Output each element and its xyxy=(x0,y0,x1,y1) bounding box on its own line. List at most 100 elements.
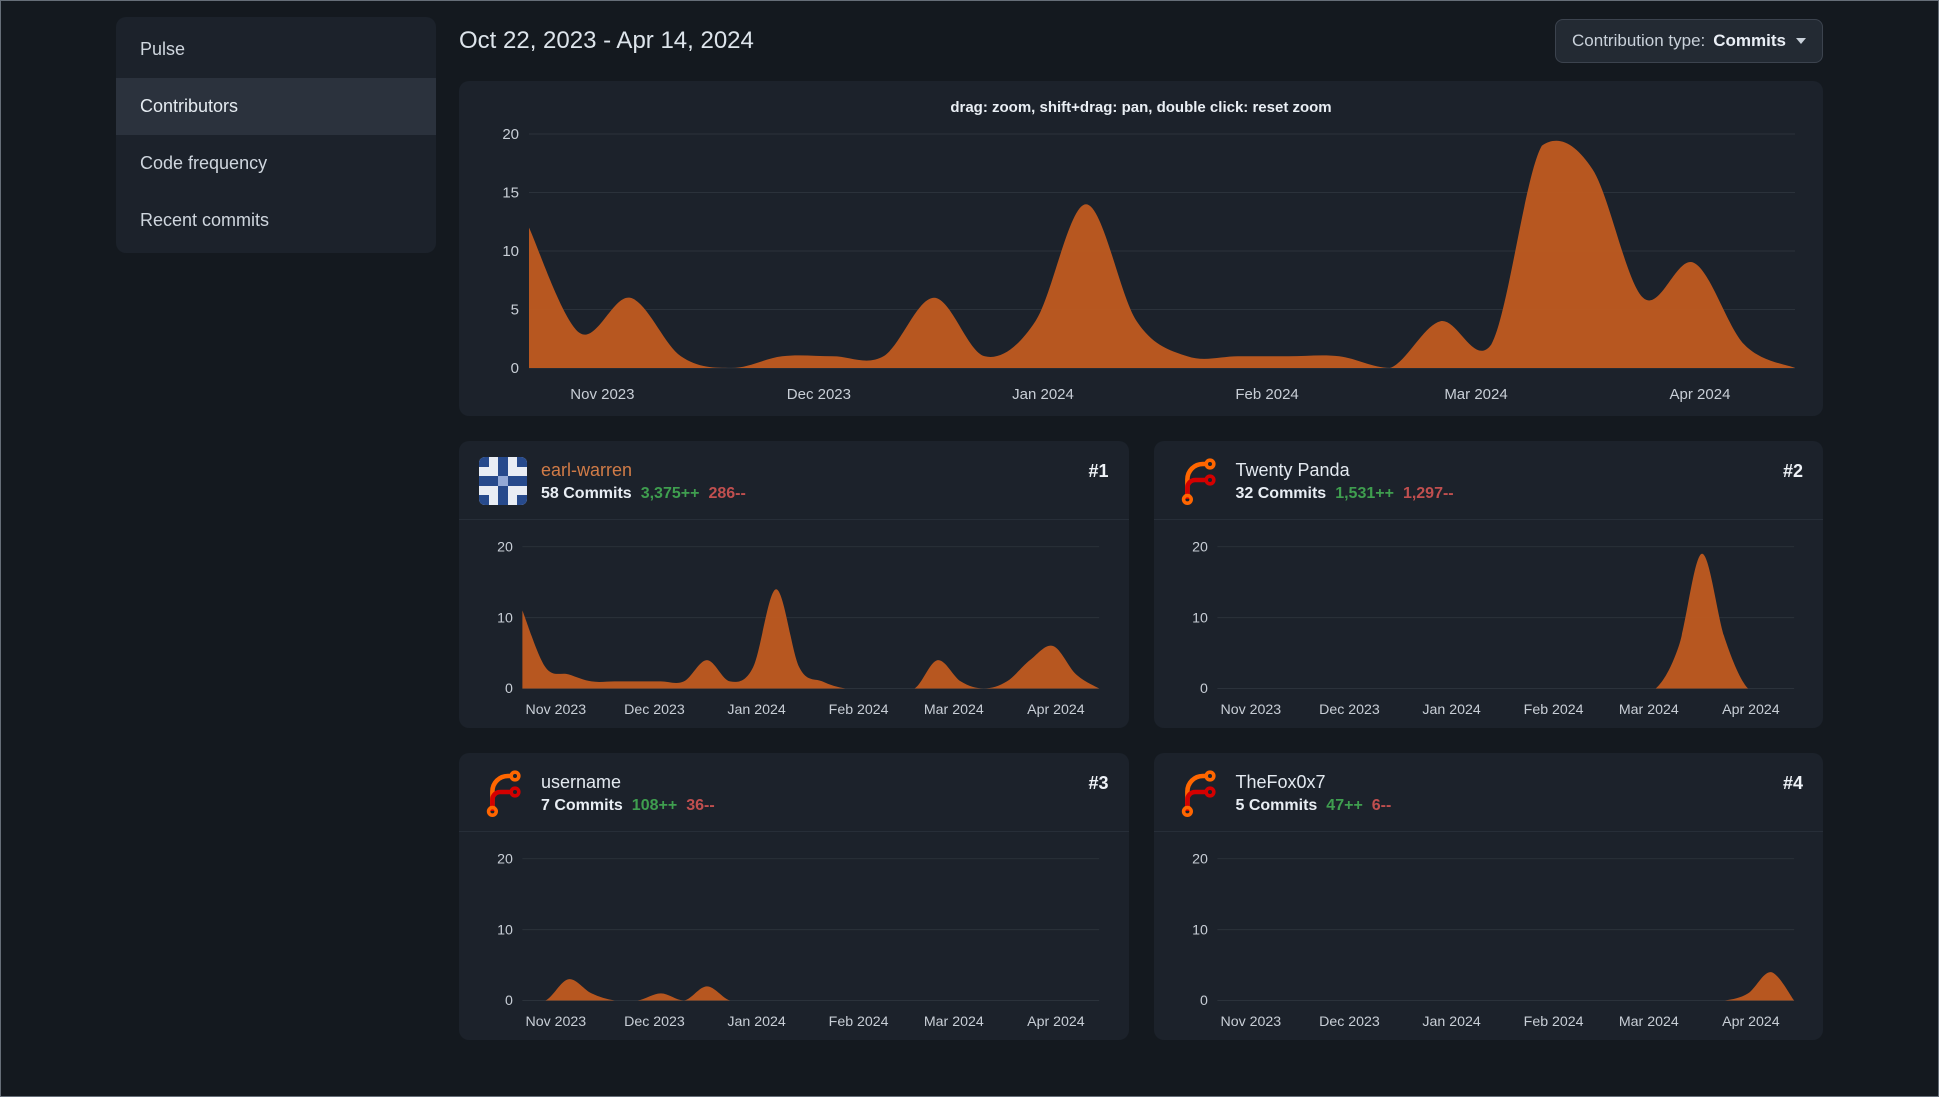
contributor-additions: 3,375++ xyxy=(640,484,700,502)
identicon-cell xyxy=(517,485,527,496)
y-tick-label: 15 xyxy=(502,185,519,202)
contributor-identity: Twenty Panda 32 Commits 1,531++ 1,297-- xyxy=(1236,460,1769,503)
contributor-chart-holder: 0 10 20 Nov 2023 Dec 2023 Jan 2024 Feb 2024 Mar… xyxy=(1154,832,1824,1040)
x-tick-label: Feb 2024 xyxy=(1235,386,1298,403)
sidebar-item-recent-commits[interactable]: Recent commits xyxy=(116,192,436,249)
y-tick-label: 10 xyxy=(502,243,519,260)
y-tick-label: 5 xyxy=(511,302,519,319)
sidebar-item-contributors[interactable]: Contributors xyxy=(116,78,436,135)
sidebar-item-label: Recent commits xyxy=(140,210,270,230)
forgejo-logo-icon xyxy=(1181,770,1216,817)
identicon-avatar[interactable] xyxy=(479,457,527,505)
identicon-cell xyxy=(507,485,518,496)
contributor-deletions: 36-- xyxy=(686,796,715,814)
identicon-cell xyxy=(498,457,508,467)
contributor-identity: earl-warren 58 Commits 3,375++ 286-- xyxy=(541,460,1074,503)
contributor-stats: 5 Commits 47++ 6-- xyxy=(1236,797,1769,815)
contributor-deletions: 6-- xyxy=(1371,796,1392,814)
y-tick-label: 0 xyxy=(505,993,513,1009)
x-tick-label: Apr 2024 xyxy=(1027,1014,1085,1030)
y-tick-label: 0 xyxy=(511,360,519,377)
contributor-stats: 7 Commits 108++ 36-- xyxy=(541,797,1074,815)
forgejo-avatar[interactable] xyxy=(1174,457,1222,505)
y-tick-label: 10 xyxy=(497,610,513,626)
x-tick-label: Feb 2024 xyxy=(829,1014,889,1030)
identicon-cell xyxy=(507,457,518,467)
contributor-deletions: 286-- xyxy=(708,484,746,502)
identicon-cell xyxy=(517,495,527,505)
forgejo-avatar[interactable] xyxy=(1174,769,1222,817)
contributor-name-link[interactable]: username xyxy=(541,772,1074,793)
contributor-card: username 7 Commits 108++ 36-- #3 0 10 20 No… xyxy=(459,753,1129,1040)
overall-commits-card: drag: zoom, shift+drag: pan, double clic… xyxy=(459,81,1823,416)
x-tick-label: Apr 2024 xyxy=(1027,702,1085,718)
contributor-card-header: username 7 Commits 108++ 36-- #3 xyxy=(459,753,1129,832)
activity-nav-menu: Pulse Contributors Code frequency Recent… xyxy=(116,17,436,253)
identicon-cell xyxy=(507,495,518,505)
forgejo-avatar[interactable] xyxy=(479,769,527,817)
sidebar-item-pulse[interactable]: Pulse xyxy=(116,21,436,78)
x-tick-label: Nov 2023 xyxy=(1220,1014,1281,1030)
identicon-cell xyxy=(479,466,489,477)
x-tick-label: Feb 2024 xyxy=(829,702,889,718)
contributor-stats: 58 Commits 3,375++ 286-- xyxy=(541,485,1074,503)
identicon-cell xyxy=(488,466,499,477)
contribution-type-dropdown[interactable]: Contribution type: Commits xyxy=(1555,19,1823,63)
sidebar-item-label: Code frequency xyxy=(140,153,268,173)
identicon-cell xyxy=(498,466,508,477)
identicon-cell xyxy=(488,485,499,496)
username-commits-chart[interactable]: 0 10 20 Nov 2023 Dec 2023 Jan 2024 Feb 2024 Mar… xyxy=(477,840,1111,1040)
page-header: Oct 22, 2023 - Apr 14, 2024 Contribution… xyxy=(459,19,1823,63)
contributor-identity: username 7 Commits 108++ 36-- xyxy=(541,772,1074,815)
contributor-card-header: TheFox0x7 5 Commits 47++ 6-- #4 xyxy=(1153,753,1823,832)
contributor-commit-count: 58 Commits xyxy=(541,484,632,502)
contributor-name-link[interactable]: Twenty Panda xyxy=(1236,460,1769,481)
thefox0x7-commits-chart[interactable]: 0 10 20 Nov 2023 Dec 2023 Jan 2024 Feb 2024 Mar… xyxy=(1172,840,1806,1040)
identicon-cell xyxy=(498,485,508,496)
contributor-card: TheFox0x7 5 Commits 47++ 6-- #4 0 10 20 Nov… xyxy=(1153,753,1824,1040)
x-tick-label: Feb 2024 xyxy=(1523,1014,1583,1030)
contributor-rank: #1 xyxy=(1088,461,1109,481)
overall-commits-chart[interactable]: 0 5 10 15 20 Nov 2023 Dec 2023 Jan 2024 Feb 2024… xyxy=(477,122,1805,408)
sidebar-item-code-frequency[interactable]: Code frequency xyxy=(116,135,436,192)
earl-warren-commits-chart[interactable]: 0 10 20 Nov 2023 Dec 2023 Jan 2024 Feb 2024 Mar… xyxy=(477,528,1111,728)
sidebar-item-label: Pulse xyxy=(140,39,186,59)
contributor-deletions: 1,297-- xyxy=(1402,484,1454,502)
x-tick-label: Mar 2024 xyxy=(1618,1014,1678,1030)
y-tick-label: 20 xyxy=(497,851,513,867)
commit-activity-area xyxy=(529,140,1795,368)
sidebar-item-label: Contributors xyxy=(140,96,239,116)
y-tick-label: 20 xyxy=(502,126,519,143)
identicon-cell xyxy=(479,457,489,467)
x-tick-label: Dec 2023 xyxy=(1319,702,1380,718)
identicon-cell xyxy=(517,457,527,467)
x-tick-label: Jan 2024 xyxy=(1012,386,1074,403)
contributor-name-link[interactable]: earl-warren xyxy=(541,460,1074,481)
activity-sidebar: Pulse Contributors Code frequency Recent… xyxy=(116,17,436,1096)
contributor-commit-count: 32 Commits xyxy=(1235,484,1327,502)
x-tick-label: Jan 2024 xyxy=(727,702,785,718)
commit-activity-area xyxy=(1216,972,1794,1001)
contributor-card-header: earl-warren 58 Commits 3,375++ 286-- #1 xyxy=(459,441,1129,520)
x-tick-label: Nov 2023 xyxy=(526,1014,587,1030)
contributor-chart-holder: 0 10 20 Nov 2023 Dec 2023 Jan 2024 Feb 2024 Mar… xyxy=(1154,520,1824,728)
commit-activity-area xyxy=(522,589,1100,689)
x-tick-label: Mar 2024 xyxy=(924,1014,984,1030)
contributor-additions: 47++ xyxy=(1326,796,1363,814)
x-tick-label: Mar 2024 xyxy=(1618,702,1678,718)
forgejo-logo-icon xyxy=(1181,458,1216,505)
x-tick-label: Nov 2023 xyxy=(526,702,587,718)
contributor-stats: 32 Commits 1,531++ 1,297-- xyxy=(1236,485,1769,503)
contributor-rank: #4 xyxy=(1782,773,1803,793)
contributor-card: earl-warren 58 Commits 3,375++ 286-- #1 … xyxy=(459,441,1129,728)
twenty-panda-commits-chart[interactable]: 0 10 20 Nov 2023 Dec 2023 Jan 2024 Feb 2024 Mar… xyxy=(1172,528,1806,728)
dropdown-caret-icon xyxy=(1796,38,1806,44)
y-tick-label: 0 xyxy=(1200,681,1208,697)
y-tick-label: 0 xyxy=(1200,993,1208,1009)
x-tick-label: Jan 2024 xyxy=(727,1014,785,1030)
contributor-card: Twenty Panda 32 Commits 1,531++ 1,297-- … xyxy=(1153,441,1824,728)
contributor-name-link[interactable]: TheFox0x7 xyxy=(1236,772,1769,793)
contributor-chart-holder: 0 10 20 Nov 2023 Dec 2023 Jan 2024 Feb 2024 Mar… xyxy=(459,832,1129,1040)
overall-chart-holder: 0 5 10 15 20 Nov 2023 Dec 2023 Jan 2024 Feb 2024… xyxy=(477,122,1805,408)
commit-activity-area xyxy=(522,979,1100,1001)
